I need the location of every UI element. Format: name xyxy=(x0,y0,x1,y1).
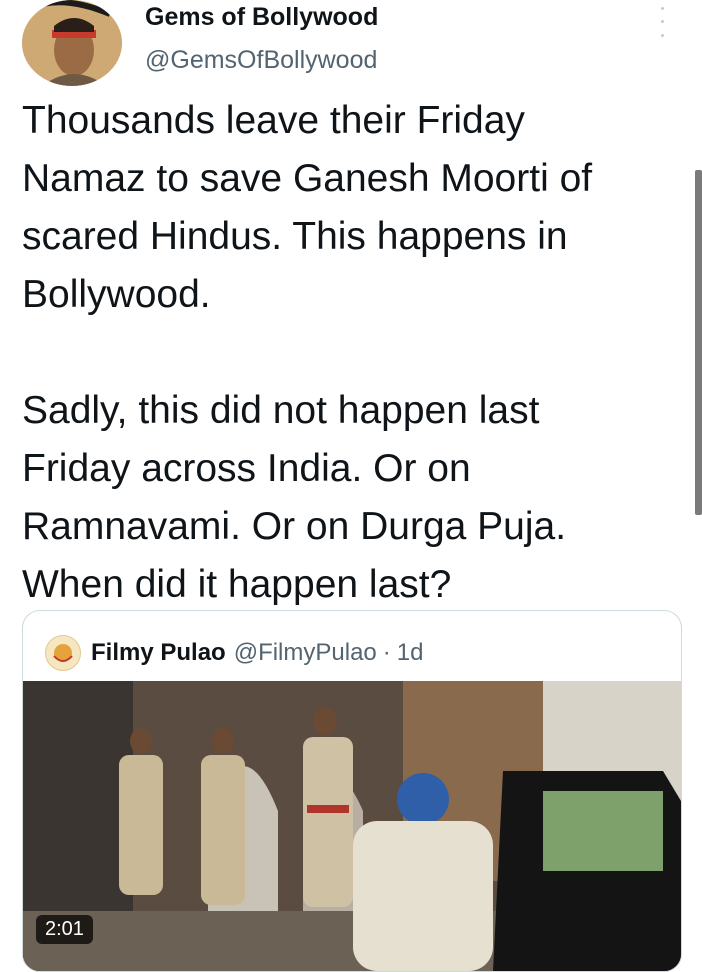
dot xyxy=(660,7,664,11)
dot xyxy=(660,33,664,37)
tweet-text: Thousands leave their Friday Namaz to sa… xyxy=(22,99,593,606)
scrollbar[interactable] xyxy=(695,170,702,515)
quoted-author-handle[interactable]: @FilmyPulao xyxy=(234,639,377,667)
quoted-author-name[interactable]: Filmy Pulao xyxy=(91,639,226,667)
author-handle[interactable]: @GemsOfBollywood xyxy=(145,46,377,75)
author-avatar[interactable] xyxy=(22,0,122,86)
quoted-author-avatar[interactable] xyxy=(45,635,81,671)
author-name[interactable]: Gems of Bollywood xyxy=(145,3,378,32)
separator-dot: · xyxy=(382,639,391,666)
video-player[interactable]: 2:01 xyxy=(23,681,681,971)
more-options-icon[interactable] xyxy=(655,2,669,42)
video-duration: 2:01 xyxy=(36,915,93,944)
video-thumbnail xyxy=(23,681,681,971)
quoted-tweet-header: Filmy Pulao @FilmyPulao · 1d xyxy=(45,633,423,673)
quoted-timestamp[interactable]: 1d xyxy=(397,639,424,667)
quoted-tweet[interactable]: Filmy Pulao @FilmyPulao · 1d 2:01 xyxy=(22,610,682,972)
dot xyxy=(660,20,664,24)
